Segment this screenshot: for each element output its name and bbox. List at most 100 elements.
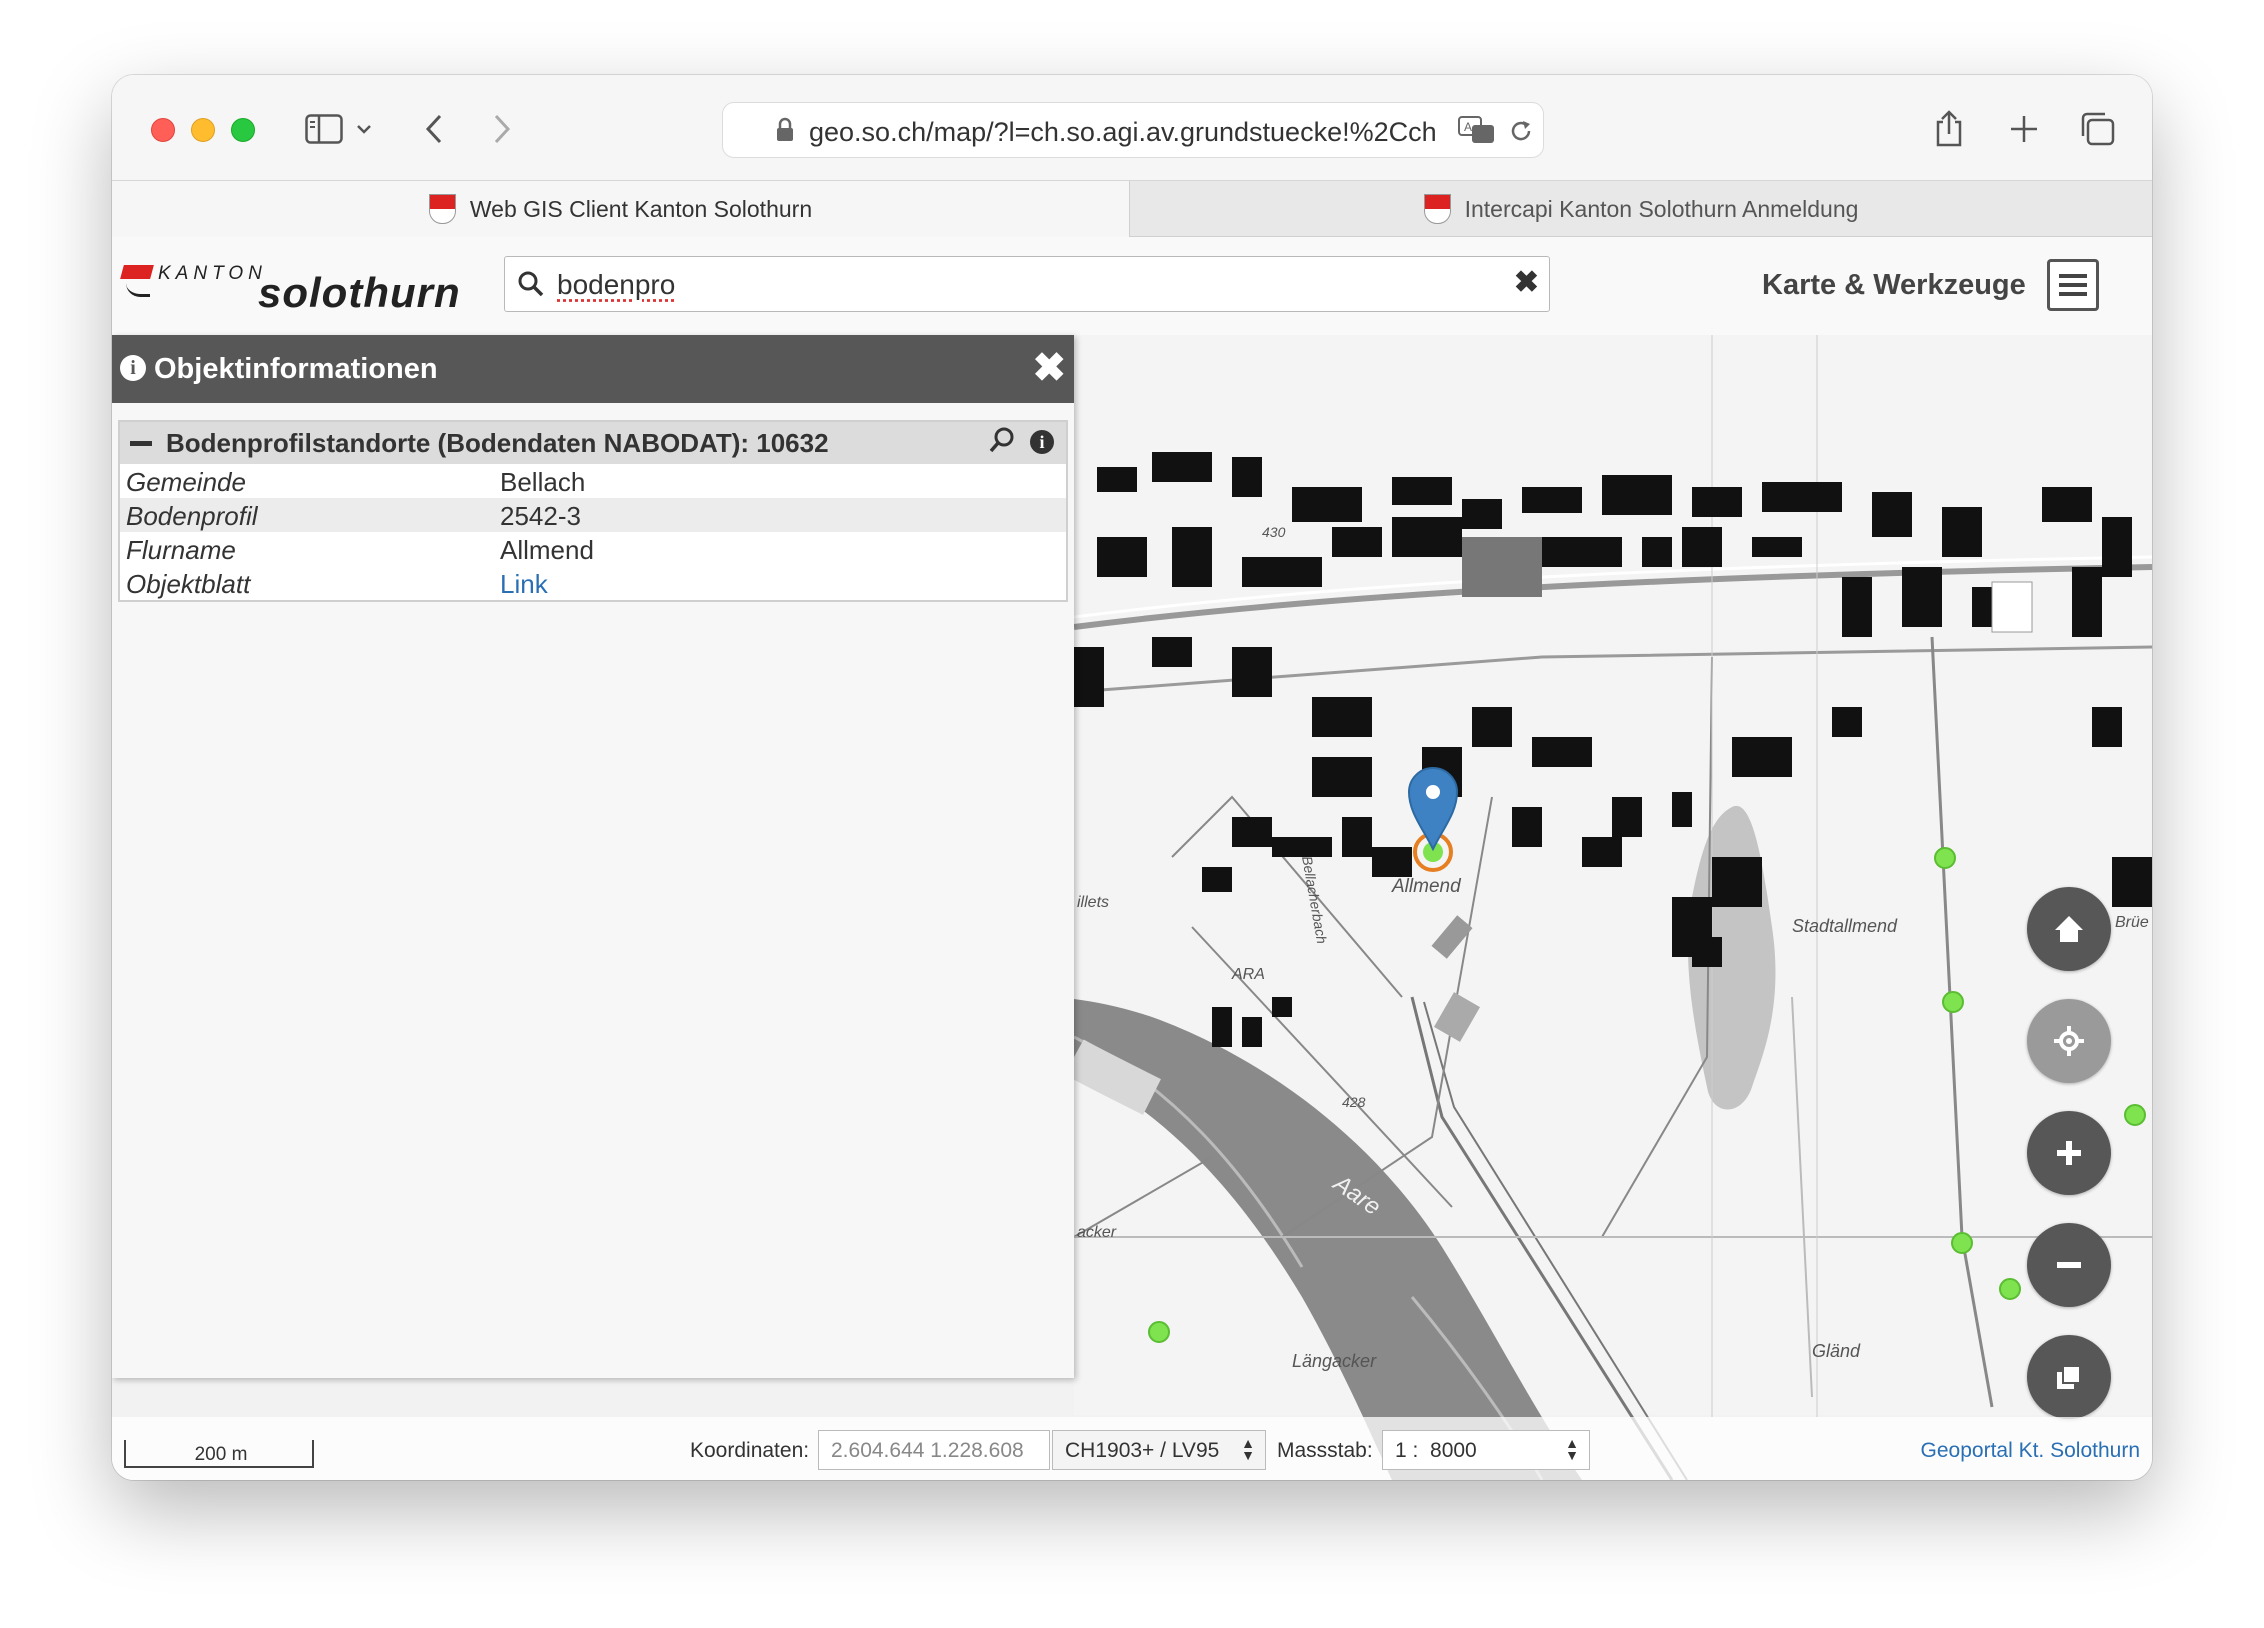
search-input[interactable]: bodenpro — [557, 269, 675, 301]
tab-label: Web GIS Client Kanton Solothurn — [469, 195, 813, 222]
status-bar: 200 m Koordinaten: 2.604.644 1.228.608 C… — [112, 1417, 2152, 1480]
url-bar[interactable]: geo.so.ch/map/?l=ch.so.agi.av.grundstuec… — [722, 102, 1544, 158]
layers-icon — [2057, 1365, 2081, 1389]
map-point — [1999, 1278, 2021, 1300]
map-label-allmend: Allmend — [1391, 876, 1462, 897]
share-icon[interactable] — [1927, 107, 1971, 151]
map-label-ara: ARA — [1231, 966, 1265, 983]
coordinates-field[interactable]: 2.604.644 1.228.608 — [818, 1430, 1050, 1470]
solothurn-flag-icon — [428, 194, 456, 224]
tab-web-gis[interactable]: Web GIS Client Kanton Solothurn — [112, 181, 1130, 237]
svg-text:A: A — [1464, 120, 1472, 134]
search-field[interactable]: bodenpro ✖ — [504, 256, 1550, 312]
menu-icon — [2059, 274, 2087, 278]
attribute-value: 2542-3 — [500, 501, 581, 531]
info-icon: i — [120, 355, 146, 381]
map-label-illets: illets — [1077, 894, 1109, 911]
tab-label: Intercapi Kanton Solothurn Anmeldung — [1464, 195, 1859, 222]
panel-header: i Objektinformationen ✖ — [112, 335, 1074, 403]
logo-kanton-text: KANTON — [158, 263, 267, 284]
object-info-panel: i Objektinformationen ✖ Bodenprofilstand… — [112, 335, 1074, 1378]
map-label-bruee: Brüe — [2115, 914, 2149, 931]
home-button[interactable] — [2027, 887, 2111, 971]
new-tab-icon[interactable] — [2002, 107, 2046, 151]
app-header: KANTON solothurn bodenpro ✖ Karte & Werk… — [112, 237, 2152, 335]
scale-value: 1 : 8000 — [1395, 1439, 1477, 1462]
zoom-in-button[interactable] — [2027, 1111, 2111, 1195]
search-icon — [518, 271, 544, 297]
scale-bar: 200 m — [124, 1440, 314, 1468]
collapse-icon[interactable] — [130, 441, 152, 446]
scale-select[interactable]: 1 : 8000 ▲ ▼ — [1382, 1430, 1590, 1470]
clear-search-icon[interactable]: ✖ — [1514, 265, 1539, 300]
zoom-out-button[interactable] — [2027, 1223, 2111, 1307]
scale-bar-label: 200 m — [194, 1444, 248, 1465]
tab-bar: Web GIS Client Kanton Solothurn Intercap… — [112, 180, 2152, 237]
locate-button[interactable] — [2027, 999, 2111, 1083]
panel-title: Objektinformationen — [154, 353, 438, 385]
crs-select[interactable]: CH1903+ / LV95 ▲ ▼ — [1052, 1430, 1266, 1470]
zoom-to-icon[interactable] — [988, 426, 1016, 461]
map-point — [1148, 1321, 1170, 1343]
scale-label: Massstab: — [1277, 1439, 1373, 1462]
reload-icon[interactable] — [1508, 118, 1534, 144]
url-text: geo.so.ch/map/?l=ch.so.agi.av.grundstuec… — [809, 117, 1437, 147]
menu-button[interactable] — [2047, 259, 2099, 311]
sidebar-toggle-icon[interactable] — [302, 107, 346, 151]
layers-button[interactable] — [2027, 1335, 2111, 1419]
logo-solothurn-text: solothurn — [258, 269, 461, 316]
title-bar: geo.so.ch/map/?l=ch.so.agi.av.grundstuec… — [112, 75, 2152, 180]
zoom-in-icon — [2057, 1141, 2081, 1165]
attribute-row: Gemeinde Bellach — [120, 464, 1066, 498]
result-info-icon[interactable]: i — [1030, 430, 1054, 454]
map-label-laengacker: Längacker — [1292, 1351, 1377, 1371]
home-icon — [2055, 916, 2083, 942]
close-panel-icon[interactable]: ✖ — [1032, 345, 1066, 391]
locate-icon — [2054, 1026, 2084, 1056]
solothurn-flag-icon — [1423, 194, 1451, 224]
map-label-glaend: Gländ — [1812, 1341, 1861, 1361]
attribute-key: Objektblatt — [126, 569, 251, 599]
attribute-key: Bodenprofil — [126, 501, 258, 531]
map-label-acker: acker — [1077, 1224, 1117, 1241]
back-icon[interactable] — [412, 107, 456, 151]
zoom-out-icon — [2057, 1262, 2081, 1268]
close-window-button[interactable] — [151, 118, 175, 142]
map-point — [1951, 1232, 1973, 1254]
map-point — [1942, 991, 1964, 1013]
attribute-row: Flurname Allmend — [120, 532, 1066, 566]
objektblatt-link[interactable]: Link — [500, 569, 548, 600]
tab-overview-icon[interactable] — [2075, 107, 2119, 151]
minimize-window-button[interactable] — [191, 118, 215, 142]
map-point — [2124, 1104, 2146, 1126]
browser-window: geo.so.ch/map/?l=ch.so.agi.av.grundstuec… — [112, 75, 2152, 1480]
geoportal-link[interactable]: Geoportal Kt. Solothurn — [1921, 1439, 2140, 1463]
kanton-solothurn-logo[interactable]: KANTON solothurn — [120, 259, 482, 319]
result-header[interactable]: Bodenprofilstandorte (Bodendaten NABODAT… — [120, 422, 1066, 464]
maximize-window-button[interactable] — [231, 118, 255, 142]
attribute-key: Flurname — [126, 535, 236, 565]
attribute-row: Bodenprofil 2542-3 — [120, 498, 1066, 532]
map-label-430: 430 — [1262, 524, 1286, 540]
coordinates-label: Koordinaten: — [690, 1439, 810, 1462]
coordinates-value: 2.604.644 1.228.608 — [831, 1439, 1024, 1462]
crs-value: CH1903+ / LV95 — [1065, 1439, 1220, 1462]
attribute-value: Allmend — [500, 535, 594, 565]
result-card: Bodenprofilstandorte (Bodendaten NABODAT… — [118, 420, 1068, 602]
tab-intercapi[interactable]: Intercapi Kanton Solothurn Anmeldung — [1130, 181, 2152, 237]
lock-icon — [777, 117, 793, 141]
result-title: Bodenprofilstandorte (Bodendaten NABODAT… — [166, 428, 829, 458]
web-gis-app: Allmend Stadtallmend ARA Aare Längacker … — [112, 237, 2152, 1480]
chevron-down-icon[interactable] — [352, 107, 376, 151]
select-arrows-icon: ▲ ▼ — [1241, 1435, 1255, 1463]
select-arrows-icon: ▲ ▼ — [1565, 1435, 1579, 1463]
map-label-428: 428 — [1342, 1094, 1366, 1110]
map-label-stadtallmend: Stadtallmend — [1792, 916, 1898, 936]
attribute-value: Bellach — [500, 467, 586, 497]
forward-icon[interactable] — [480, 107, 524, 151]
tools-label[interactable]: Karte & Werkzeuge — [1762, 269, 2026, 302]
map-point — [1934, 847, 1956, 869]
attribute-key: Gemeinde — [126, 467, 246, 497]
translate-icon[interactable]: A — [1458, 116, 1496, 144]
attribute-row: Objektblatt Link — [120, 566, 1066, 600]
